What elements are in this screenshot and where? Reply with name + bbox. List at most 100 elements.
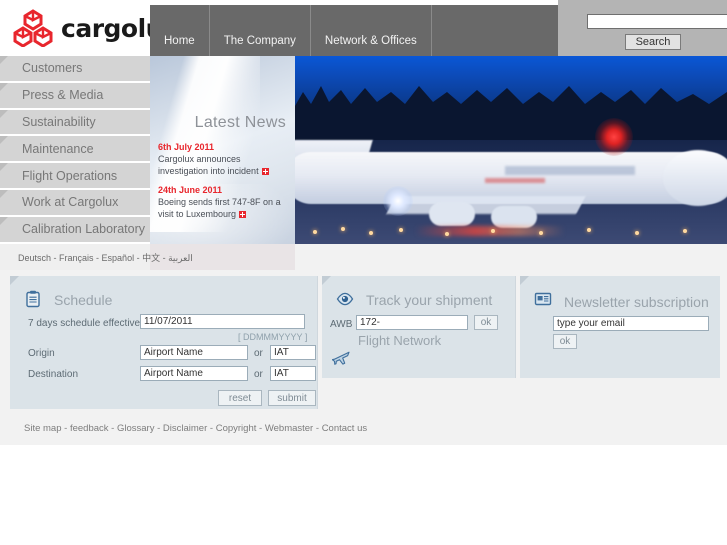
flight-network-label[interactable]: Flight Network	[358, 333, 441, 348]
nav-item-the-company[interactable]: The Company	[210, 5, 311, 56]
corner-fold-icon	[10, 276, 19, 285]
sidebar-item-maintenance[interactable]: Maintenance	[0, 136, 150, 164]
sidebar-item-label: Calibration Laboratory	[22, 222, 145, 237]
newsletter-panel: Newsletter subscription ok	[520, 276, 720, 378]
news-item-headline: Cargolux announces investigation into in…	[158, 154, 259, 176]
destination-iat-input[interactable]	[270, 366, 316, 381]
nav-item-label: The Company	[223, 35, 296, 47]
news-item-date: 6th July 2011	[158, 142, 215, 152]
origin-airport-input[interactable]	[140, 345, 248, 360]
sidebar-item-customers[interactable]: Customers	[0, 56, 150, 83]
language-bar: Deutsch - Français - Español - 中文 - العر…	[0, 244, 727, 270]
search-button[interactable]: Search	[625, 34, 681, 50]
schedule-reset-button[interactable]: reset	[218, 390, 262, 406]
sidebar-menu: Customers Press & Media Sustainability M…	[0, 56, 150, 244]
hero-aircraft-livery-stripe	[505, 166, 635, 175]
sidebar-item-label: Flight Operations	[22, 168, 118, 183]
hero-aircraft-engine	[429, 202, 475, 226]
nav-item-home[interactable]: Home	[150, 5, 210, 56]
footer-link-glossary[interactable]: Glossary	[117, 423, 154, 434]
awb-label: AWB :	[330, 319, 358, 330]
sidebar-item-label: Customers	[22, 61, 83, 76]
airplane-icon[interactable]	[332, 348, 352, 368]
footer-link-contact-us[interactable]: Contact us	[322, 423, 367, 434]
sidebar-item-flight-operations[interactable]: Flight Operations	[0, 163, 150, 190]
language-bar-tint-right	[295, 244, 727, 270]
eye-icon	[336, 292, 354, 306]
footer-link-webmaster[interactable]: Webmaster	[265, 423, 313, 434]
track-ok-button[interactable]: ok	[474, 315, 498, 330]
origin-iat-input[interactable]	[270, 345, 316, 360]
schedule-submit-button[interactable]: submit	[268, 390, 316, 406]
sidebar-item-calibration-laboratory[interactable]: Calibration Laboratory	[0, 216, 150, 244]
nav-filler	[432, 5, 558, 56]
schedule-panel-title: Schedule	[54, 292, 113, 308]
latest-news-title: Latest News	[194, 114, 286, 131]
page-root: cargolux Home The Company Network & Offi…	[0, 0, 727, 545]
footer-separator: -	[313, 423, 322, 434]
footer-separator: -	[207, 423, 216, 434]
schedule-date-input[interactable]	[140, 314, 305, 329]
news-item-date: 24th June 2011	[158, 185, 223, 195]
hero-runway-lights	[295, 226, 727, 238]
hero-aircraft-nose	[663, 150, 727, 206]
hero-aircraft-wing	[386, 196, 586, 214]
footer-link-feedback[interactable]: feedback	[70, 423, 109, 434]
footer-link-site-map[interactable]: Site map	[24, 423, 62, 434]
corner-fold-icon	[0, 56, 8, 64]
sidebar-item-sustainability[interactable]: Sustainability	[0, 109, 150, 137]
newsletter-email-input[interactable]	[553, 316, 709, 331]
language-separator: -	[160, 253, 169, 263]
sidebar-item-label: Press & Media	[22, 88, 104, 103]
language-separator: -	[51, 253, 60, 263]
language-link-espanol[interactable]: Español	[102, 253, 135, 263]
footer-separator: -	[256, 423, 265, 434]
language-links: Deutsch - Français - Español - 中文 - العر…	[18, 251, 193, 264]
schedule-origin-label: Origin	[28, 348, 55, 359]
language-link-deutsch[interactable]: Deutsch	[18, 253, 51, 263]
footer-link-copyright[interactable]: Copyright	[216, 423, 257, 434]
sidebar-item-label: Sustainability	[22, 114, 96, 129]
language-link-chinese[interactable]: 中文	[142, 253, 160, 263]
footer-separator: -	[61, 423, 70, 434]
footer-link-disclaimer[interactable]: Disclaimer	[163, 423, 207, 434]
language-separator: -	[134, 253, 143, 263]
latest-news-panel: Latest News 6th July 2011 Cargolux annou…	[150, 56, 295, 244]
newsletter-ok-button[interactable]: ok	[553, 334, 577, 349]
language-link-francais[interactable]: Français	[59, 253, 94, 263]
destination-airport-input[interactable]	[140, 366, 248, 381]
corner-fold-icon	[0, 82, 8, 91]
awb-input[interactable]	[356, 315, 468, 330]
sidebar-item-press-media[interactable]: Press & Media	[0, 82, 150, 110]
plus-icon[interactable]	[261, 168, 269, 175]
nav-item-network-offices[interactable]: Network & Offices	[311, 5, 432, 56]
sidebar-item-work-at-cargolux[interactable]: Work at Cargolux	[0, 189, 150, 217]
footer-separator: -	[108, 423, 117, 434]
corner-fold-icon	[322, 276, 331, 285]
hero-image	[295, 56, 727, 244]
cargolux-cubes-logo-icon	[13, 9, 53, 47]
news-item-text[interactable]: Cargolux announces investigation into in…	[158, 153, 289, 177]
schedule-destination-label: Destination	[28, 369, 79, 380]
site-footer: Site map - feedback - Glossary - Disclai…	[0, 415, 727, 445]
corner-fold-icon	[520, 276, 529, 285]
nav-item-label: Network & Offices	[324, 35, 417, 47]
page-bottom-fill	[0, 445, 727, 545]
corner-fold-icon	[0, 189, 8, 198]
logo-area[interactable]: cargolux	[0, 0, 179, 56]
sidebar-item-label: Maintenance	[22, 141, 94, 156]
track-shipment-panel: Track your shipment AWB : ok Flight Netw…	[322, 276, 516, 378]
main-navigation: Home The Company Network & Offices	[150, 5, 558, 56]
hero-beacon-light	[595, 118, 633, 156]
panels-row: Schedule 7 days schedule effective on [ …	[0, 270, 727, 415]
sidebar-item-label: Work at Cargolux	[22, 195, 119, 210]
news-item-text[interactable]: Boeing sends first 747-8F on a visit to …	[158, 196, 289, 220]
plus-icon[interactable]	[239, 211, 247, 218]
hero-aircraft-engine	[491, 206, 537, 228]
schedule-effective-label: 7 days schedule effective on	[28, 318, 155, 329]
newsletter-card-icon	[534, 292, 552, 306]
corner-fold-icon	[0, 109, 8, 118]
language-link-arabic[interactable]: العربية	[168, 253, 193, 263]
track-panel-title: Track your shipment	[366, 292, 493, 308]
search-input[interactable]	[587, 14, 727, 29]
